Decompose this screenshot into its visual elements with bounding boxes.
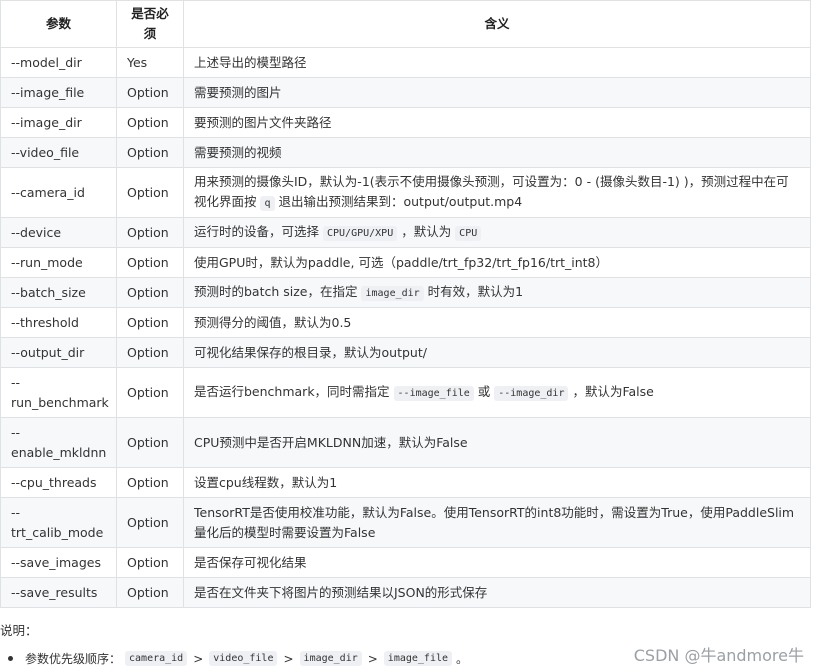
table-row: --save_images Option 是否保存可视化结果 [0, 547, 811, 578]
table-row: --batch_size Option 预测时的batch size，在指定 i… [0, 277, 811, 308]
param-name: --image_dir [0, 107, 117, 138]
param-name: --batch_size [0, 277, 117, 308]
param-name: --camera_id [0, 167, 117, 218]
param-meaning: 可视化结果保存的根目录，默认为output/ [183, 337, 811, 368]
param-name: --output_dir [0, 337, 117, 368]
inline-code: camera_id [125, 651, 188, 666]
bullet-dot-icon [8, 656, 13, 661]
param-required: Option [116, 307, 184, 338]
note-title: 说明： [0, 623, 38, 638]
table-header-row: 参数 是否必须 含义 [0, 0, 811, 48]
param-meaning: 是否保存可视化结果 [183, 547, 811, 578]
param-required: Option [116, 497, 184, 548]
header-param: 参数 [0, 0, 117, 48]
param-meaning: 是否在文件夹下将图片的预测结果以JSON的形式保存 [183, 577, 811, 608]
priority-list-item: 参数优先级顺序： camera_id > video_file > image_… [8, 650, 468, 667]
param-required: Option [116, 277, 184, 308]
table-row: --threshold Option 预测得分的阈值，默认为0.5 [0, 307, 811, 338]
priority-label: 参数优先级顺序： [25, 652, 122, 666]
param-meaning: 要预测的图片文件夹路径 [183, 107, 811, 138]
param-name: --trt_calib_mode [0, 497, 117, 548]
param-meaning: 上述导出的模型路径 [183, 47, 811, 78]
param-meaning: 使用GPU时，默认为paddle, 可选（paddle/trt_fp32/trt… [183, 247, 811, 278]
param-meaning: 预测得分的阈值，默认为0.5 [183, 307, 811, 338]
inline-code: image_dir [361, 285, 424, 301]
param-meaning: 需要预测的图片 [183, 77, 811, 108]
table-row: --image_file Option 需要预测的图片 [0, 77, 811, 108]
inline-code: CPU/GPU/XPU [322, 225, 398, 241]
param-meaning: TensorRT是否使用校准功能，默认为False。使用TensorRT的int… [183, 497, 811, 548]
param-required: Option [116, 417, 184, 468]
param-meaning: 用来预测的摄像头ID，默认为-1(表示不使用摄像头预测，可设置为：0 - (摄像… [183, 167, 811, 218]
param-required: Option [116, 137, 184, 168]
param-name: --save_results [0, 577, 117, 608]
table-row: --cpu_threads Option 设置cpu线程数，默认为1 [0, 467, 811, 498]
param-meaning: 是否运行benchmark，同时需指定 --image_file 或 --ima… [183, 367, 811, 418]
param-required: Option [116, 247, 184, 278]
param-required: Yes [116, 47, 184, 78]
table-row: --save_results Option 是否在文件夹下将图片的预测结果以JS… [0, 577, 811, 608]
inline-code: CPU [455, 225, 482, 241]
table-row: --output_dir Option 可视化结果保存的根目录，默认为outpu… [0, 337, 811, 368]
inline-code: --image_dir [494, 385, 569, 401]
inline-code: --image_file [393, 385, 474, 401]
param-meaning: 需要预测的视频 [183, 137, 811, 168]
param-name: --enable_mkldnn [0, 417, 117, 468]
table-row: --device Option 运行时的设备，可选择 CPU/GPU/XPU ，… [0, 217, 811, 248]
separator: > [193, 651, 204, 666]
param-name: --threshold [0, 307, 117, 338]
separator: > [283, 651, 294, 666]
param-meaning: CPU预测中是否开启MKLDNN加速，默认为False [183, 417, 811, 468]
param-name: --run_benchmark [0, 367, 117, 418]
param-name: --cpu_threads [0, 467, 117, 498]
param-meaning: 运行时的设备，可选择 CPU/GPU/XPU ，默认为 CPU [183, 217, 811, 248]
inline-code: q [260, 195, 275, 211]
table-row: --camera_id Option 用来预测的摄像头ID，默认为-1(表示不使… [0, 167, 811, 218]
param-name: --model_dir [0, 47, 117, 78]
inline-code: video_file [209, 651, 278, 666]
param-required: Option [116, 217, 184, 248]
table-row: --image_dir Option 要预测的图片文件夹路径 [0, 107, 811, 138]
table-row: --run_mode Option 使用GPU时，默认为paddle, 可选（p… [0, 247, 811, 278]
param-required: Option [116, 467, 184, 498]
param-name: --video_file [0, 137, 117, 168]
param-name: --run_mode [0, 247, 117, 278]
table-row: --enable_mkldnn Option CPU预测中是否开启MKLDNN加… [0, 417, 811, 468]
header-meaning: 含义 [183, 0, 811, 48]
param-required: Option [116, 337, 184, 368]
param-required: Option [116, 547, 184, 578]
param-meaning: 预测时的batch size，在指定 image_dir 时有效，默认为1 [183, 277, 811, 308]
sentence-end: 。 [456, 652, 469, 666]
param-name: --image_file [0, 77, 117, 108]
param-required: Option [116, 367, 184, 418]
param-name: --device [0, 217, 117, 248]
param-required: Option [116, 577, 184, 608]
inline-code: image_file [383, 651, 453, 666]
param-required: Option [116, 107, 184, 138]
table-row: --run_benchmark Option 是否运行benchmark，同时需… [0, 367, 811, 418]
inline-code: image_dir [299, 651, 362, 666]
csdn-watermark: CSDN @牛andmore牛 [633, 646, 804, 665]
table-row: --trt_calib_mode Option TensorRT是否使用校准功能… [0, 497, 811, 548]
table-row: --model_dir Yes 上述导出的模型路径 [0, 47, 811, 78]
separator: > [367, 651, 378, 666]
table-row: --video_file Option 需要预测的视频 [0, 137, 811, 168]
parameter-table: 参数 是否必须 含义 --model_dir Yes 上述导出的模型路径 --i… [0, 0, 811, 608]
param-required: Option [116, 77, 184, 108]
header-required: 是否必须 [116, 0, 184, 48]
param-required: Option [116, 167, 184, 218]
param-name: --save_images [0, 547, 117, 578]
param-meaning: 设置cpu线程数，默认为1 [183, 467, 811, 498]
